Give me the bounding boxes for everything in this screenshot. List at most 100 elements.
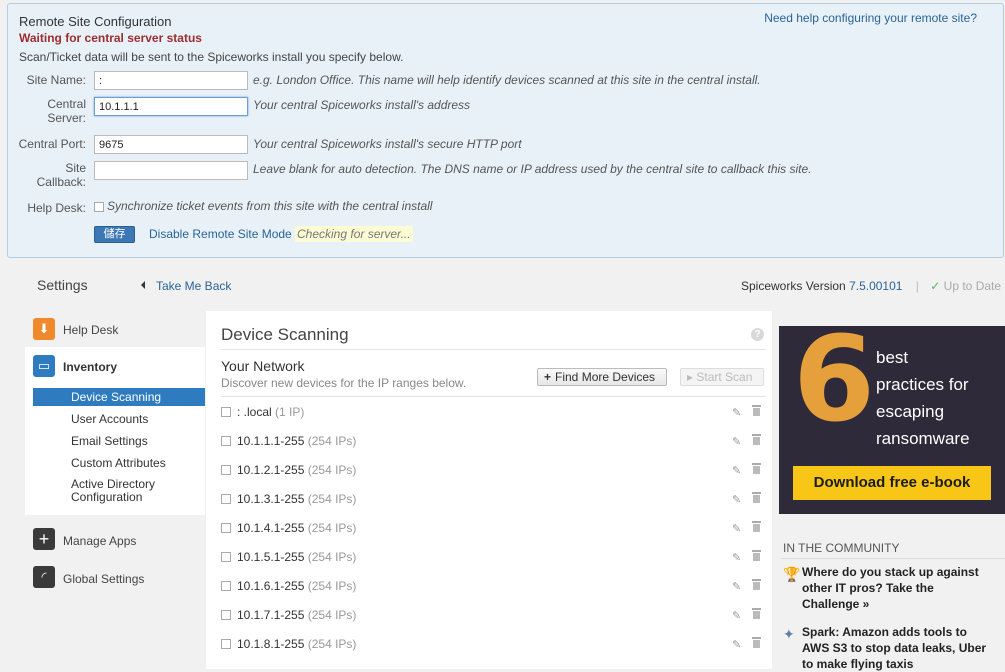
pencil-icon[interactable]: ✎ bbox=[732, 638, 741, 651]
nav-user-accounts[interactable]: User Accounts bbox=[71, 412, 148, 426]
site-callback-label-line1: Site bbox=[65, 161, 86, 175]
pencil-icon[interactable]: ✎ bbox=[732, 609, 741, 622]
central-port-hint: Your central Spiceworks install's secure… bbox=[253, 137, 522, 151]
row-checkbox[interactable] bbox=[221, 639, 231, 649]
table-row[interactable]: 10.1.2.1-255 (254 IPs) ✎ bbox=[221, 461, 766, 481]
pencil-icon[interactable]: ✎ bbox=[732, 493, 741, 506]
ip-range-label[interactable]: 10.1.5.1-255 (254 IPs) bbox=[237, 550, 356, 564]
find-more-devices-button[interactable]: + Find More Devices bbox=[537, 368, 667, 386]
take-me-back-link[interactable]: Take Me Back bbox=[156, 279, 231, 293]
central-port-input[interactable] bbox=[94, 135, 248, 154]
nav-email-settings[interactable]: Email Settings bbox=[71, 434, 148, 448]
ip-range-name: 10.1.4.1-255 bbox=[237, 521, 305, 535]
community-item-text[interactable]: Where do you stack up against other IT p… bbox=[802, 564, 1002, 612]
table-row[interactable]: 10.1.5.1-255 (254 IPs) ✎ bbox=[221, 548, 766, 568]
central-server-input[interactable] bbox=[94, 97, 248, 116]
nav-device-scanning[interactable]: Device Scanning bbox=[33, 388, 205, 406]
central-server-label-line2: Server: bbox=[47, 111, 86, 125]
ip-range-label[interactable]: 10.1.1.1-255 (254 IPs) bbox=[237, 434, 356, 448]
ip-range-label[interactable]: : .local (1 IP) bbox=[237, 405, 304, 419]
row-checkbox[interactable] bbox=[221, 465, 231, 475]
site-callback-hint: Leave blank for auto detection. The DNS … bbox=[253, 162, 812, 176]
nav-inventory-label: Inventory bbox=[63, 360, 118, 374]
ip-range-count: (254 IPs) bbox=[307, 637, 357, 651]
nav-active-directory-line2: Configuration bbox=[71, 490, 143, 504]
site-name-hint: e.g. London Office. This name will help … bbox=[253, 73, 761, 87]
community-item-text[interactable]: Spark: Amazon adds tools to AWS S3 to st… bbox=[802, 624, 1002, 672]
trash-icon[interactable] bbox=[752, 462, 761, 474]
table-row[interactable]: 10.1.8.1-255 (254 IPs) ✎ bbox=[221, 635, 766, 655]
help-desk-icon: ⬇ bbox=[33, 318, 55, 340]
back-arrow-icon[interactable] bbox=[141, 281, 145, 289]
site-name-input[interactable] bbox=[94, 71, 248, 90]
pencil-icon[interactable]: ✎ bbox=[732, 580, 741, 593]
pencil-icon[interactable]: ✎ bbox=[732, 551, 741, 564]
ip-range-label[interactable]: 10.1.6.1-255 (254 IPs) bbox=[237, 579, 356, 593]
checking-server-status: Checking for server... bbox=[295, 226, 413, 242]
ip-range-label[interactable]: 10.1.2.1-255 (254 IPs) bbox=[237, 463, 356, 477]
find-more-devices-label: Find More Devices bbox=[555, 370, 656, 384]
download-ebook-button[interactable]: Download free e-book bbox=[793, 466, 991, 500]
help-icon[interactable]: ? bbox=[751, 328, 764, 341]
trash-icon[interactable] bbox=[752, 520, 761, 532]
table-row[interactable]: 10.1.1.1-255 (254 IPs) ✎ bbox=[221, 432, 766, 452]
pencil-icon[interactable]: ✎ bbox=[732, 406, 741, 419]
pencil-icon[interactable]: ✎ bbox=[732, 435, 741, 448]
page-title: Device Scanning bbox=[221, 325, 349, 344]
nav-manage-apps-label: Manage Apps bbox=[63, 534, 137, 548]
site-name-label: Site Name: bbox=[26, 73, 86, 87]
ip-range-name: 10.1.7.1-255 bbox=[237, 608, 305, 622]
version-number[interactable]: 7.5.00101 bbox=[849, 279, 902, 293]
ip-range-name: 10.1.5.1-255 bbox=[237, 550, 305, 564]
ip-range-label[interactable]: 10.1.4.1-255 (254 IPs) bbox=[237, 521, 356, 535]
start-scan-button[interactable]: ▸ Start Scan bbox=[680, 368, 764, 386]
ip-range-label[interactable]: 10.1.7.1-255 (254 IPs) bbox=[237, 608, 356, 622]
help-desk-sync-checkbox[interactable] bbox=[94, 202, 104, 212]
ebook-ad[interactable]: 6 best practices for escaping ransomware… bbox=[779, 326, 1005, 514]
plus-icon: + bbox=[544, 370, 552, 384]
trash-icon[interactable] bbox=[752, 578, 761, 590]
trash-icon[interactable] bbox=[752, 433, 761, 445]
pencil-icon[interactable]: ✎ bbox=[732, 522, 741, 535]
nav-manage-apps[interactable]: + Manage Apps bbox=[25, 528, 205, 552]
table-row[interactable]: 10.1.6.1-255 (254 IPs) ✎ bbox=[221, 577, 766, 597]
table-row[interactable]: : .local (1 IP) ✎ bbox=[221, 403, 766, 423]
table-row[interactable]: 10.1.4.1-255 (254 IPs) ✎ bbox=[221, 519, 766, 539]
row-checkbox[interactable] bbox=[221, 610, 231, 620]
ip-range-label[interactable]: 10.1.8.1-255 (254 IPs) bbox=[237, 637, 356, 651]
ad-line-2: practices for bbox=[876, 375, 969, 394]
trash-icon[interactable] bbox=[752, 549, 761, 561]
nav-active-directory[interactable]: Active Directory Configuration bbox=[71, 478, 155, 504]
row-checkbox[interactable] bbox=[221, 523, 231, 533]
version-info: Spiceworks Version 7.5.00101 | ✓ Up to D… bbox=[741, 279, 1001, 293]
site-callback-input[interactable] bbox=[94, 161, 248, 180]
title-divider bbox=[221, 349, 766, 350]
trash-icon[interactable] bbox=[752, 636, 761, 648]
row-checkbox[interactable] bbox=[221, 552, 231, 562]
network-divider bbox=[221, 396, 766, 397]
table-row[interactable]: 10.1.3.1-255 (254 IPs) ✎ bbox=[221, 490, 766, 510]
row-checkbox[interactable] bbox=[221, 436, 231, 446]
nav-help-desk[interactable]: ⬇ Help Desk bbox=[25, 318, 205, 342]
nav-inventory[interactable]: ▭ Inventory bbox=[25, 355, 205, 379]
pencil-icon[interactable]: ✎ bbox=[732, 464, 741, 477]
remote-site-panel: Remote Site Configuration Waiting for ce… bbox=[7, 3, 1004, 258]
save-button[interactable]: 儲存 bbox=[94, 226, 135, 243]
trash-icon[interactable] bbox=[752, 491, 761, 503]
ip-range-count: (254 IPs) bbox=[307, 608, 357, 622]
trash-icon[interactable] bbox=[752, 607, 761, 619]
ip-range-count: (1 IP) bbox=[275, 405, 305, 419]
nav-custom-attributes[interactable]: Custom Attributes bbox=[71, 456, 166, 470]
central-port-label: Central Port: bbox=[18, 137, 86, 151]
disable-remote-site-link[interactable]: Disable Remote Site Mode bbox=[149, 227, 292, 241]
help-configure-link[interactable]: Need help configuring your remote site? bbox=[764, 11, 977, 25]
row-checkbox[interactable] bbox=[221, 581, 231, 591]
nav-global-settings[interactable]: ◜ Global Settings bbox=[25, 566, 205, 590]
play-icon: ▸ bbox=[687, 370, 697, 384]
trash-icon[interactable] bbox=[752, 404, 761, 416]
row-checkbox[interactable] bbox=[221, 407, 231, 417]
ip-range-label[interactable]: 10.1.3.1-255 (254 IPs) bbox=[237, 492, 356, 506]
row-checkbox[interactable] bbox=[221, 494, 231, 504]
table-row[interactable]: 10.1.7.1-255 (254 IPs) ✎ bbox=[221, 606, 766, 626]
community-item-line1: Where do you stack up against bbox=[802, 565, 979, 579]
